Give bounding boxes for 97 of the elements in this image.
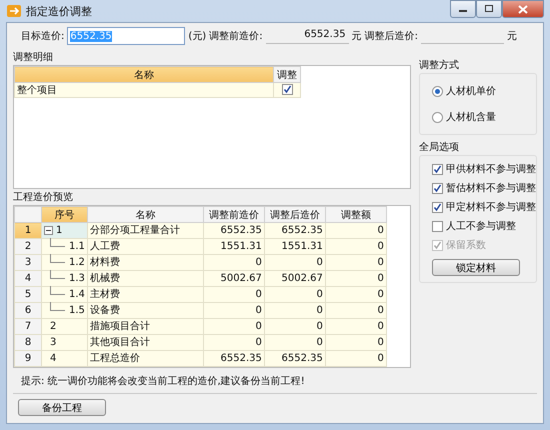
table-cell: 0: [325, 302, 386, 318]
checkbox-option[interactable]: 甲供材料不参与调整: [432, 162, 536, 176]
checkbox[interactable]: [432, 220, 443, 232]
radio-option[interactable]: 人材机单价: [432, 84, 536, 98]
table-cell: 0: [325, 286, 386, 302]
column-header[interactable]: 调整额: [325, 206, 386, 222]
table-cell: 材料费: [87, 254, 204, 270]
close-icon: [518, 4, 528, 14]
unit-label: 元: [506, 30, 517, 43]
unit-label: 元: [352, 30, 362, 43]
group-title: 全局选项: [419, 141, 460, 154]
table-cell: 0: [325, 222, 386, 238]
table-cell: 0: [264, 334, 326, 350]
table-cell: 6552.35: [203, 222, 264, 238]
table-cell: 2: [50, 320, 56, 333]
radio-button[interactable]: [432, 86, 443, 96]
table-cell: 1.2: [69, 256, 85, 269]
backup-button[interactable]: 备份工程: [18, 399, 106, 416]
table-cell: 分部分项工程量合计: [87, 222, 204, 238]
radio-option[interactable]: 人材机含量: [432, 110, 536, 124]
section-title: 工程造价预览: [13, 191, 74, 204]
row-number[interactable]: 8: [14, 334, 42, 350]
table-cell: 1: [56, 224, 62, 237]
table-cell: 0: [203, 302, 264, 318]
row-number[interactable]: 9: [14, 350, 42, 366]
table-cell: 1.3: [69, 272, 85, 285]
checkbox[interactable]: [282, 84, 292, 96]
table-cell: 机械费: [87, 270, 204, 286]
row-number[interactable]: 7: [14, 318, 42, 334]
table-cell: 0: [203, 334, 264, 350]
maximize-icon: [484, 5, 494, 13]
table-cell: 0: [264, 302, 326, 318]
table-cell: 0: [325, 238, 386, 254]
table-cell: 6552.35: [264, 222, 326, 238]
table-cell: 工程总造价: [87, 350, 204, 366]
table-cell: 6552.35: [203, 350, 264, 366]
column-header[interactable]: 调整前造价: [203, 206, 264, 222]
table-cell: 其他项目合计: [87, 334, 204, 350]
field-label: 调整前造价:: [209, 30, 263, 43]
column-header[interactable]: 名称: [14, 66, 274, 82]
table-cell: 0: [203, 254, 264, 270]
table-cell: 0: [325, 318, 386, 334]
maximize-button[interactable]: [476, 0, 502, 18]
table-cell: 0: [264, 286, 326, 302]
close-button[interactable]: [502, 0, 544, 18]
section-title: 调整明细: [13, 51, 54, 64]
unit-label: (元): [188, 30, 206, 43]
column-header[interactable]: 调整: [274, 66, 300, 82]
checkbox-option[interactable]: 人工不参与调整: [432, 219, 536, 233]
checkbox[interactable]: [432, 202, 443, 212]
table-cell: 1.5: [69, 304, 85, 317]
table-cell: 5002.67: [203, 270, 264, 286]
collapse-icon[interactable]: [44, 226, 53, 235]
table-cell: 6552.35: [264, 350, 326, 366]
checkbox-option[interactable]: 暂估材料不参与调整: [432, 181, 536, 195]
checkbox[interactable]: [432, 182, 443, 194]
table-cell: 整个项目: [14, 82, 274, 98]
row-number[interactable]: 2: [14, 238, 42, 254]
table-cell: 措施项目合计: [87, 318, 204, 334]
column-header[interactable]: 名称: [87, 206, 204, 222]
table-cell: 0: [325, 350, 386, 366]
row-number[interactable]: 4: [14, 270, 42, 286]
column-header[interactable]: 序号: [42, 206, 88, 222]
table-cell: 1.1: [69, 240, 85, 253]
table-cell: 4: [50, 352, 56, 365]
table-cell: 0: [325, 254, 386, 270]
lock-materials-button[interactable]: 锁定材料: [432, 259, 520, 276]
field-label: 目标造价:: [21, 30, 64, 43]
table-cell: 0: [203, 286, 264, 302]
table-cell: 0: [325, 334, 386, 350]
table-cell: 1551.31: [264, 238, 326, 254]
column-header[interactable]: 调整后造价: [264, 206, 326, 222]
row-number[interactable]: 1: [14, 222, 42, 238]
minimize-button[interactable]: [450, 0, 476, 18]
table-cell: 5002.67: [264, 270, 326, 286]
table-cell: 设备费: [87, 302, 204, 318]
hint-text: 提示: 统一调价功能将会改变当前工程的造价,建议备份当前工程!: [13, 368, 537, 394]
table-cell: 1551.31: [203, 238, 264, 254]
checkbox[interactable]: [432, 164, 443, 174]
window-title: 指定造价调整: [26, 4, 92, 18]
table-cell: 0: [325, 270, 386, 286]
before-price-field: 6552.35: [266, 28, 349, 44]
group-title: 调整方式: [419, 59, 460, 72]
checkbox-option[interactable]: 甲定材料不参与调整: [432, 200, 536, 214]
app-icon: [6, 3, 22, 19]
table-cell: 0: [203, 318, 264, 334]
row-number[interactable]: 6: [14, 302, 42, 318]
table-cell: 1.4: [69, 288, 85, 301]
table-cell: 主材费: [87, 286, 204, 302]
table-cell: 0: [264, 254, 326, 270]
field-label: 调整后造价:: [364, 30, 418, 43]
row-number[interactable]: 5: [14, 286, 42, 302]
table-cell: 3: [50, 336, 56, 349]
row-number[interactable]: 3: [14, 254, 42, 270]
radio-button[interactable]: [432, 112, 443, 122]
table-cell: 0: [264, 318, 326, 334]
table-cell: 人工费: [87, 238, 204, 254]
